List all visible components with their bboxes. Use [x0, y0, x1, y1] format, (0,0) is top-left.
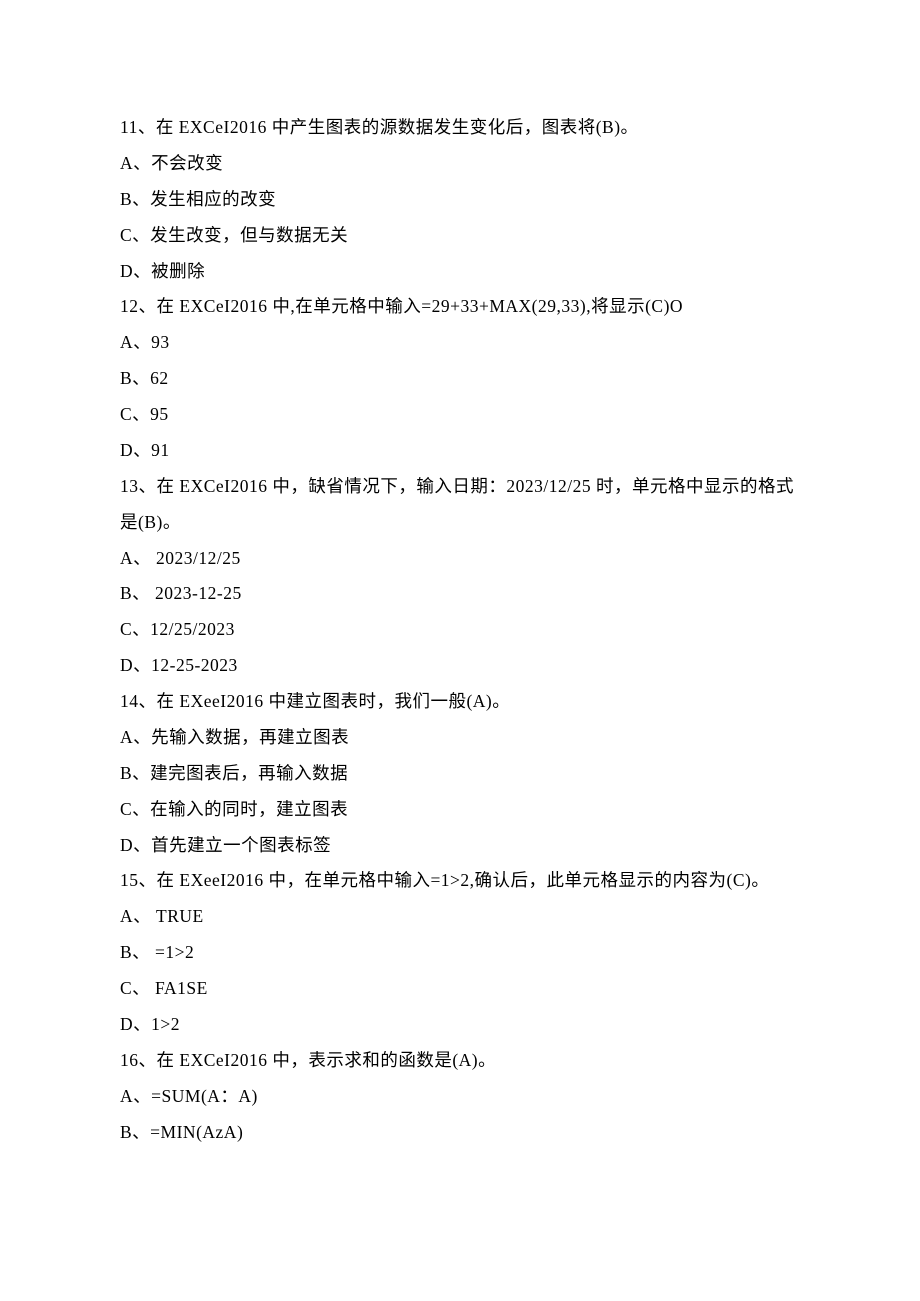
text-line: D、被删除	[120, 254, 800, 290]
text-line: B、建完图表后，再输入数据	[120, 756, 800, 792]
text-line: A、不会改变	[120, 146, 800, 182]
text-line: C、发生改变，但与数据无关	[120, 218, 800, 254]
text-line: C、95	[120, 397, 800, 433]
text-line: 11、在 EXCeI2016 中产生图表的源数据发生变化后，图表将(B)。	[120, 110, 800, 146]
text-line: D、1>2	[120, 1007, 800, 1043]
text-line: B、62	[120, 361, 800, 397]
text-line: 16、在 EXCeI2016 中，表示求和的函数是(A)。	[120, 1043, 800, 1079]
text-line: C、在输入的同时，建立图表	[120, 792, 800, 828]
text-line: C、 FA1SE	[120, 971, 800, 1007]
text-line: B、=MIN(AzA)	[120, 1115, 800, 1151]
text-line: A、 2023/12/25	[120, 541, 800, 577]
text-line: C、12/25/2023	[120, 612, 800, 648]
text-line: A、 TRUE	[120, 899, 800, 935]
text-line: 12、在 EXCeI2016 中,在单元格中输入=29+33+MAX(29,33…	[120, 289, 800, 325]
text-line: A、先输入数据，再建立图表	[120, 720, 800, 756]
text-line: A、93	[120, 325, 800, 361]
text-line: 14、在 EXeeI2016 中建立图表时，我们一般(A)。	[120, 684, 800, 720]
text-line: B、发生相应的改变	[120, 182, 800, 218]
text-line: B、 =1>2	[120, 935, 800, 971]
document-content: 11、在 EXCeI2016 中产生图表的源数据发生变化后，图表将(B)。 A、…	[120, 110, 800, 1150]
text-line: B、 2023-12-25	[120, 576, 800, 612]
text-line: 13、在 EXCeI2016 中，缺省情况下，输入日期：2023/12/25 时…	[120, 469, 800, 541]
text-line: A、=SUM(A：A)	[120, 1079, 800, 1115]
text-line: D、12-25-2023	[120, 648, 800, 684]
text-line: D、首先建立一个图表标签	[120, 828, 800, 864]
text-line: D、91	[120, 433, 800, 469]
text-line: 15、在 EXeeI2016 中，在单元格中输入=1>2,确认后，此单元格显示的…	[120, 863, 800, 899]
